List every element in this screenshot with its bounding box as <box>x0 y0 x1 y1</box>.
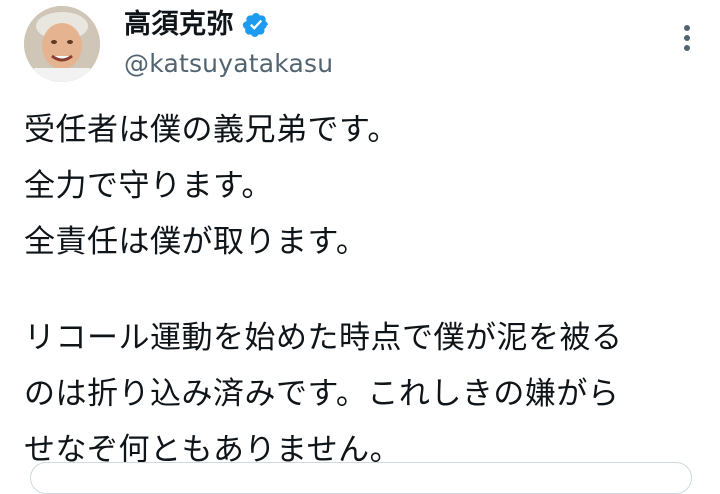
display-name[interactable]: 高須克弥 <box>124 7 234 43</box>
tweet-line: 受任者は僕の義兄弟です。 <box>24 112 399 148</box>
tweet-line: 全力で守ります。 <box>24 168 273 204</box>
author-name-row: 高須克弥 <box>124 7 270 43</box>
quoted-card-edge[interactable] <box>30 462 692 494</box>
tweet-line: 全責任は僕が取ります。 <box>24 224 368 260</box>
more-vertical-icon <box>684 25 690 51</box>
avatar[interactable] <box>24 6 100 82</box>
tweet-line: リコール運動を始めた時点で僕が泥を被る <box>24 320 623 356</box>
verified-badge-icon <box>242 11 270 39</box>
author-handle[interactable]: @katsuyatakasu <box>124 49 333 79</box>
avatar-image <box>24 6 100 82</box>
tweet: 高須克弥 @katsuyatakasu 受任者は僕の義兄弟です。 全力で守ります… <box>0 0 720 494</box>
tweet-line: のは折り込み済みです。これしきの嫌がら <box>24 376 620 412</box>
tweet-text: 受任者は僕の義兄弟です。 全力で守ります。 全責任は僕が取ります。 リコール運動… <box>24 102 704 478</box>
more-button[interactable] <box>672 18 702 58</box>
